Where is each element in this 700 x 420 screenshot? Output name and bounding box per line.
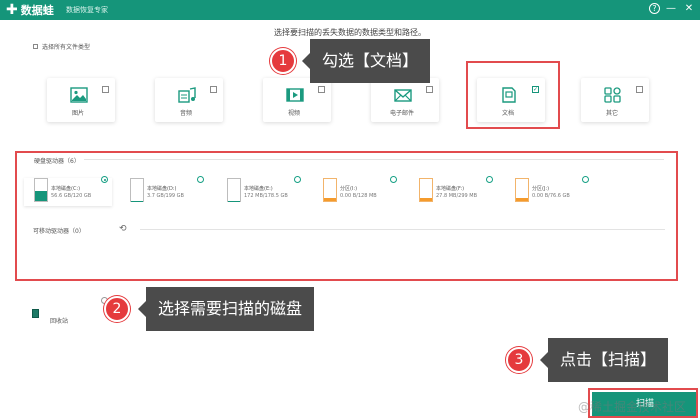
drive-item[interactable]: 分区(I:) 0.00 B/128 MB <box>313 176 401 206</box>
drive-name: 本地磁盘(E:) <box>244 186 273 192</box>
drive-item[interactable]: 本地磁盘(D:) 3.7 GB/199 GB <box>120 176 208 206</box>
category-checkbox[interactable] <box>636 86 643 93</box>
step-number-badge: 1 <box>270 48 296 74</box>
image-icon <box>70 87 88 103</box>
app-window: ✚ 数据蛙 数据恢复专家 ? — ✕ 选择要扫描的丢失数据的数据类型和路径。 选… <box>0 0 700 420</box>
hard-drives-label: 硬盘驱动器（6） <box>34 158 80 165</box>
disk-usage-fill <box>516 198 528 201</box>
disk-icon <box>34 178 48 202</box>
section-divider <box>84 159 664 160</box>
category-images[interactable]: 图片 <box>47 78 115 122</box>
select-all-checkbox[interactable]: 选择所有文件类型 <box>33 42 90 51</box>
drive-size: 0.00 B/128 MB <box>340 193 377 199</box>
app-logo: ✚ 数据蛙 <box>6 2 54 18</box>
drive-radio[interactable] <box>390 176 397 183</box>
category-checkbox[interactable] <box>426 86 433 93</box>
drive-radio[interactable] <box>197 176 204 183</box>
drive-radio[interactable] <box>582 176 589 183</box>
close-button[interactable]: ✕ <box>682 2 696 16</box>
category-checkbox[interactable] <box>210 86 217 93</box>
step-number-badge: 3 <box>506 347 532 373</box>
callout-tip: 勾选【文档】 <box>301 39 431 83</box>
category-video[interactable]: 视频 <box>263 78 331 122</box>
app-subtitle: 数据恢复专家 <box>66 6 108 14</box>
category-email[interactable]: 电子邮件 <box>371 78 439 122</box>
category-audio[interactable]: 音频 <box>155 78 223 122</box>
disk-usage-fill <box>420 198 432 201</box>
drive-name: 本地磁盘(D:) <box>147 186 177 192</box>
removable-drives-label: 可移动驱动器（0） <box>33 228 85 235</box>
music-icon <box>178 87 196 103</box>
category-checkbox[interactable] <box>102 86 109 93</box>
drive-name: 分区(J:) <box>532 186 550 192</box>
drive-name: 本地磁盘(F:) <box>436 186 465 192</box>
section-divider <box>140 229 665 230</box>
callout-tip: 点击【扫描】 <box>539 338 669 382</box>
video-icon <box>286 87 304 103</box>
disk-icon <box>323 178 337 202</box>
category-label: 视频 <box>287 110 300 117</box>
logo-cross-icon: ✚ <box>6 2 18 18</box>
mail-icon <box>394 87 412 103</box>
recycle-bin-label: 回收站 <box>50 318 69 325</box>
step-number-badge: 2 <box>104 296 130 322</box>
highlight-drives <box>15 151 678 281</box>
instruction-text: 选择要扫描的丢失数据的数据类型和路径。 <box>274 28 426 37</box>
drive-radio[interactable] <box>486 176 493 183</box>
drive-size: 3.7 GB/199 GB <box>147 193 184 199</box>
checkbox-icon[interactable] <box>33 44 38 49</box>
app-name: 数据蛙 <box>20 4 54 17</box>
drive-item[interactable]: 分区(J:) 0.00 B/76.6 GB <box>505 176 593 206</box>
recycle-bin-item[interactable]: 回收站 <box>32 309 68 325</box>
category-checkbox[interactable] <box>318 86 325 93</box>
refresh-icon[interactable]: ⟲ <box>119 224 127 234</box>
drive-radio[interactable] <box>101 176 108 183</box>
category-other[interactable]: 其它 <box>581 78 649 122</box>
help-icon[interactable]: ? <box>649 3 660 14</box>
highlight-documents <box>466 61 560 129</box>
trash-icon <box>32 309 39 318</box>
drive-size: 56.6 GB/120 GB <box>51 193 92 199</box>
disk-usage-fill <box>35 190 47 201</box>
title-bar: ✚ 数据蛙 数据恢复专家 ? — ✕ <box>0 0 700 20</box>
disk-icon <box>419 178 433 202</box>
disk-icon <box>130 178 144 202</box>
watermark: @稀土掘金技术社区 <box>577 400 686 414</box>
drive-item[interactable]: 本地磁盘(C:) 56.6 GB/120 GB <box>24 176 112 206</box>
category-label: 其它 <box>605 110 618 117</box>
callout-tip: 选择需要扫描的磁盘 <box>137 287 315 331</box>
disk-usage-fill <box>324 198 336 201</box>
drive-name: 分区(I:) <box>340 186 358 192</box>
disk-icon <box>515 178 529 202</box>
drive-size: 0.00 B/76.6 GB <box>532 193 570 199</box>
disk-icon <box>227 178 241 202</box>
category-label: 图片 <box>71 110 84 117</box>
drive-name: 本地磁盘(C:) <box>51 186 81 192</box>
window-controls: ? — ✕ <box>649 2 696 16</box>
drive-size: 172 MB/178.5 GB <box>244 193 288 199</box>
drive-item[interactable]: 本地磁盘(F:) 27.8 MB/299 MB <box>409 176 497 206</box>
drive-item[interactable]: 本地磁盘(E:) 172 MB/178.5 GB <box>217 176 305 206</box>
category-label: 音频 <box>179 110 192 117</box>
grid-icon <box>604 87 622 103</box>
category-label: 电子邮件 <box>389 110 414 117</box>
drive-radio[interactable] <box>294 176 301 183</box>
minimize-button[interactable]: — <box>664 2 678 16</box>
drive-size: 27.8 MB/299 MB <box>436 193 478 199</box>
select-all-label: 选择所有文件类型 <box>42 44 91 51</box>
